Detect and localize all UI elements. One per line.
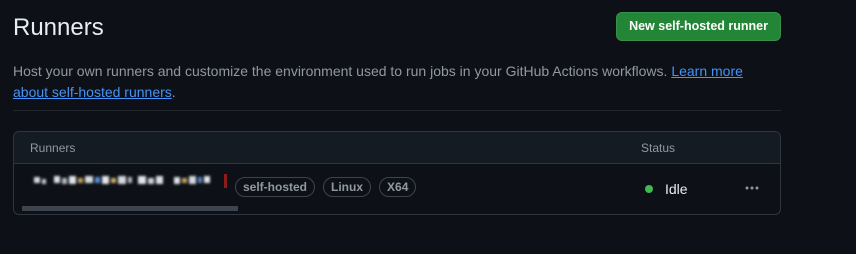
runner-name-link[interactable] (34, 173, 230, 189)
page-description: Host your own runners and customize the … (13, 61, 781, 103)
page-title: Runners (13, 14, 104, 41)
runner-status: Idle (645, 181, 688, 197)
runner-labels: self-hosted Linux X64 (235, 177, 417, 197)
label-self-hosted[interactable]: self-hosted (235, 177, 316, 197)
runners-page: Runners New self-hosted runner Host your… (13, 0, 781, 215)
status-text: Idle (665, 181, 688, 197)
column-header-runners: Runners (30, 141, 76, 155)
description-suffix: . (171, 84, 176, 100)
status-dot-icon (645, 185, 653, 193)
table-header: Runners Status (14, 132, 780, 164)
label-linux[interactable]: Linux (323, 177, 372, 197)
description-text: Host your own runners and customize the … (13, 63, 672, 79)
runners-table: Runners Status self-hosted Linux X64 Idl… (13, 131, 781, 215)
label-x64[interactable]: X64 (379, 177, 417, 197)
runner-name-redacted (34, 176, 210, 184)
more-actions-button[interactable] (736, 175, 768, 201)
page-header: Runners New self-hosted runner (13, 0, 781, 56)
table-row: self-hosted Linux X64 Idle (14, 164, 780, 214)
kebab-horizontal-icon (745, 186, 759, 190)
column-header-status: Status (641, 141, 676, 155)
divider (13, 110, 781, 111)
horizontal-scrollbar[interactable] (22, 206, 238, 211)
new-self-hosted-runner-button[interactable]: New self-hosted runner (616, 12, 781, 41)
runner-name-edge (224, 174, 227, 188)
